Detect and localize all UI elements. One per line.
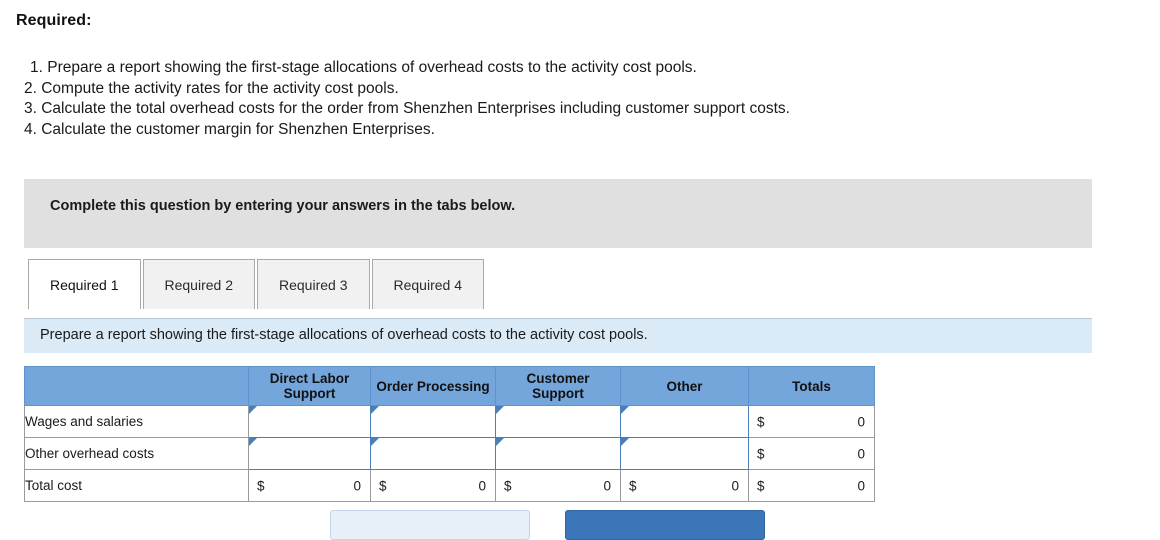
- currency-symbol: $: [504, 478, 512, 493]
- cell-wages-totals: $ 0: [748, 405, 875, 438]
- cell-total-other: $ 0: [620, 469, 749, 502]
- requirement-item-2: 2. Compute the activity rates for the ac…: [24, 79, 399, 97]
- currency-symbol: $: [257, 478, 265, 493]
- requirement-tabs: Required 1 Required 2 Required 3 Require…: [28, 259, 486, 310]
- requirements-list: 1. Prepare a report showing the first-st…: [24, 58, 1124, 140]
- currency-symbol: $: [629, 478, 637, 493]
- column-header-blank: [24, 366, 249, 406]
- column-header-order-processing: Order Processing: [370, 366, 496, 406]
- value-wages-totals: 0: [857, 414, 865, 429]
- value-total-direct-labor-support: 0: [353, 478, 361, 493]
- input-overhead-direct-labor-support[interactable]: [249, 438, 370, 469]
- currency-symbol: $: [757, 414, 765, 429]
- footer-button-row: [0, 510, 1160, 540]
- complete-question-text: Complete this question by entering your …: [50, 198, 516, 214]
- value-total-other: 0: [731, 478, 739, 493]
- cell-total-customer-support: $ 0: [495, 469, 621, 502]
- table-total-row: Total cost $ 0 $ 0 $ 0 $ 0 $ 0: [24, 469, 875, 502]
- cell-overhead-direct-labor-support[interactable]: [248, 437, 371, 470]
- requirement-item-1: 1. Prepare a report showing the first-st…: [30, 59, 697, 76]
- cell-total-totals: $ 0: [748, 469, 875, 502]
- cell-overhead-totals: $ 0: [748, 437, 875, 470]
- tab-required-3[interactable]: Required 3: [257, 259, 370, 309]
- tab-required-3-label: Required 3: [279, 276, 348, 293]
- cell-total-order-processing: $ 0: [370, 469, 496, 502]
- value-total-customer-support: 0: [603, 478, 611, 493]
- sub-instruction-bar: Prepare a report showing the first-stage…: [24, 318, 1092, 353]
- input-overhead-customer-support[interactable]: [496, 438, 620, 469]
- input-wages-order-processing[interactable]: [371, 406, 495, 437]
- currency-symbol: $: [379, 478, 387, 493]
- tab-required-1[interactable]: Required 1: [28, 259, 141, 310]
- input-overhead-order-processing[interactable]: [371, 438, 495, 469]
- row-label-total-cost: Total cost: [24, 469, 249, 502]
- value-total-totals: 0: [857, 478, 865, 493]
- currency-symbol: $: [757, 478, 765, 493]
- cell-overhead-other[interactable]: [620, 437, 749, 470]
- column-header-other: Other: [620, 366, 749, 406]
- cell-wages-other[interactable]: [620, 405, 749, 438]
- tab-required-1-label: Required 1: [50, 276, 119, 293]
- next-button[interactable]: [565, 510, 765, 540]
- row-label-wages-and-salaries: Wages and salaries: [24, 405, 249, 438]
- tab-required-4[interactable]: Required 4: [371, 259, 484, 309]
- currency-symbol: $: [757, 446, 765, 461]
- cell-overhead-order-processing[interactable]: [370, 437, 496, 470]
- row-label-other-overhead-costs: Other overhead costs: [24, 437, 249, 470]
- tab-required-4-label: Required 4: [393, 276, 463, 293]
- value-overhead-totals: 0: [857, 446, 865, 461]
- sub-instruction-text: Prepare a report showing the first-stage…: [40, 327, 648, 343]
- tab-required-2-label: Required 2: [164, 276, 234, 293]
- cell-wages-order-processing[interactable]: [370, 405, 496, 438]
- first-stage-allocation-table: Direct Labor Support Order Processing Cu…: [24, 366, 875, 502]
- table-row: Wages and salaries $ 0: [24, 405, 875, 438]
- table-header-row: Direct Labor Support Order Processing Cu…: [24, 366, 875, 406]
- input-wages-customer-support[interactable]: [496, 406, 620, 437]
- column-header-customer-support: Customer Support: [495, 366, 621, 406]
- input-wages-direct-labor-support[interactable]: [249, 406, 370, 437]
- table-row: Other overhead costs $ 0: [24, 437, 875, 470]
- tab-required-2[interactable]: Required 2: [142, 259, 255, 309]
- cell-overhead-customer-support[interactable]: [495, 437, 621, 470]
- requirement-item-3: 3. Calculate the total overhead costs fo…: [24, 100, 790, 117]
- value-total-order-processing: 0: [478, 478, 486, 493]
- page-title: Required:: [16, 12, 92, 29]
- column-header-direct-labor-support: Direct Labor Support: [248, 366, 371, 406]
- column-header-totals: Totals: [748, 366, 875, 406]
- input-overhead-other[interactable]: [621, 438, 748, 469]
- previous-button[interactable]: [330, 510, 530, 540]
- cell-wages-customer-support[interactable]: [495, 405, 621, 438]
- cell-total-direct-labor-support: $ 0: [248, 469, 371, 502]
- complete-question-banner: Complete this question by entering your …: [24, 179, 1092, 248]
- cell-wages-direct-labor-support[interactable]: [248, 405, 371, 438]
- input-wages-other[interactable]: [621, 406, 748, 437]
- requirement-item-4: 4. Calculate the customer margin for She…: [24, 120, 435, 138]
